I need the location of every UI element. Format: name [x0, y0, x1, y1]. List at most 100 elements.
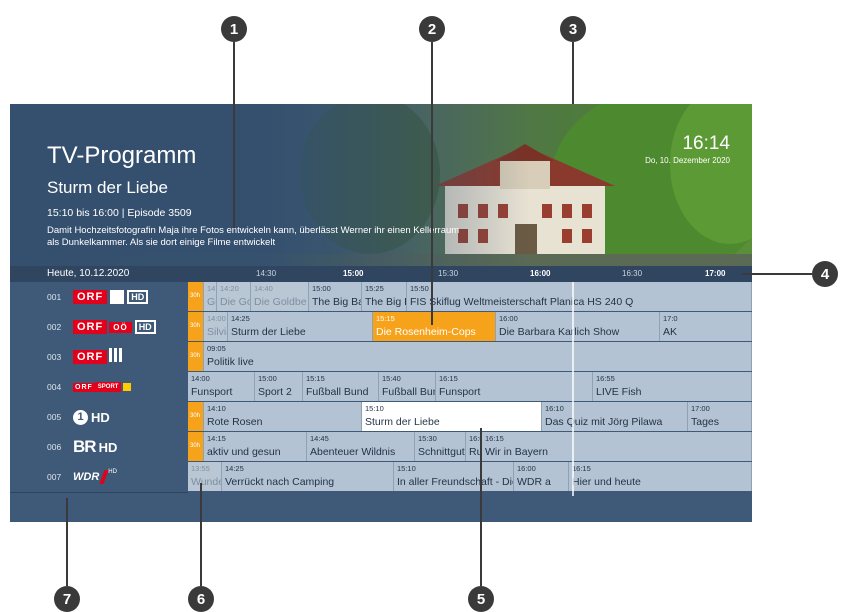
orf-sport-logo: ORF SPORT — [73, 379, 132, 395]
program-time: 16:15 — [439, 374, 458, 383]
program-cell[interactable]: 14:45 Abenteuer Wildnis — [307, 432, 415, 461]
program-cell[interactable]: 17:00 Tages — [688, 402, 752, 431]
program-cell[interactable]: 16:15 Hier und heute — [569, 462, 752, 491]
program-time: 15:40 — [382, 374, 401, 383]
program-time: 15:15 — [306, 374, 325, 383]
program-cell[interactable]: 14:40 Die Goldbe — [251, 282, 309, 311]
program-cell[interactable]: 14:1 Gra — [204, 282, 217, 311]
program-cell[interactable]: 14:00 Funsport — [188, 372, 255, 401]
program-time: 15:50 — [410, 284, 429, 293]
program-time: 15:00 — [258, 374, 277, 383]
channel-number: 001 — [47, 292, 62, 302]
channel-001[interactable]: 001 ORF HD — [10, 282, 188, 313]
program-cell[interactable]: 15:15 Die Rosenheim-Cops — [373, 312, 496, 341]
program-cell[interactable]: 16:15 Wir in Bayern — [482, 432, 752, 461]
program-cell[interactable]: 16:10 Das Quiz mit Jörg Pilawa — [542, 402, 688, 431]
selected-show-title: Sturm der Liebe — [47, 178, 168, 197]
program-time: 14:10 — [207, 404, 226, 413]
wdr-logo: WDR HD — [73, 469, 117, 484]
program-cell[interactable]: 14:15 aktiv und gesun — [204, 432, 307, 461]
program-cell[interactable]: 14:00 Silvia — [204, 312, 228, 341]
program-cell[interactable]: 15:10 In aller Freundschaft - Die ju — [394, 462, 514, 491]
program-cell[interactable]: 15:00 The Big Bang — [309, 282, 362, 311]
program-title: AK — [663, 326, 678, 338]
program-cell[interactable]: 16:55 LIVE Fish — [593, 372, 752, 401]
tv-screen: TV-Programm Sturm der Liebe 15:10 bis 16… — [10, 104, 752, 522]
program-cell[interactable]: 14:25 Sturm der Liebe — [228, 312, 373, 341]
program-time: 14:00 — [207, 314, 226, 323]
program-title: Abenteuer Wildnis — [310, 446, 396, 458]
program-time: 16:00 — [517, 464, 536, 473]
callout-3: 3 — [560, 16, 586, 42]
program-cell[interactable]: 15:50 FIS Skiflug Weltmeisterschaft Plani… — [407, 282, 752, 311]
program-cell[interactable]: 14:20 Die Goldbe — [217, 282, 251, 311]
program-row: 30h 14:00 Silvia 14:25 Sturm der Liebe 15:15 D… — [188, 312, 752, 342]
program-time: 14:00 — [191, 374, 210, 383]
bottom-strip — [10, 496, 752, 522]
program-time: 14:45 — [310, 434, 329, 443]
program-time: 16:00 — [499, 314, 518, 323]
channel-006[interactable]: 006 BR HD — [10, 432, 188, 463]
replay-tag-label: 30h — [190, 323, 201, 329]
program-cell[interactable]: 15:40 Fußball Bundesliga — [379, 372, 436, 401]
replay-30h-tag: 30h — [188, 342, 204, 371]
program-cell[interactable]: 13:55 Wunde — [188, 462, 222, 491]
program-cell[interactable]: 16:15 Funsport — [436, 372, 593, 401]
program-title: The Big Bang — [312, 296, 361, 308]
program-cell[interactable]: 15:15 Fußball Bund — [303, 372, 379, 401]
channel-007[interactable]: 007 WDR HD — [10, 462, 188, 493]
callout-5-line — [480, 428, 482, 586]
program-cell[interactable]: 15:00 Sport 2 — [255, 372, 303, 401]
channel-005[interactable]: 005 1 HD — [10, 402, 188, 433]
program-title: Fußball Bundesliga — [382, 386, 435, 398]
program-time: 09:05 — [207, 344, 226, 353]
channel-003[interactable]: 003 ORF — [10, 342, 188, 373]
program-title: LIVE Fish — [596, 386, 642, 398]
replay-tag-label: 30h — [190, 443, 201, 449]
program-row: 30h 09:05 Politik live — [188, 342, 752, 372]
program-time: 15:30 — [418, 434, 437, 443]
program-cell[interactable]: 14:25 Verrückt nach Camping — [222, 462, 394, 491]
time-label: 16:00 — [530, 269, 551, 278]
time-label: 16:30 — [622, 269, 643, 278]
program-title: Fußball Bund — [306, 386, 369, 398]
program-title: Funsport — [191, 386, 233, 398]
current-date: Do, 10. Dezember 2020 — [645, 156, 730, 165]
program-title: Tages — [691, 416, 720, 428]
time-label: 17:00 — [705, 269, 726, 278]
callout-1-line — [233, 42, 235, 228]
selected-show-time: 15:10 bis 16:00 | Episode 3509 — [47, 207, 192, 219]
selected-show-description: Damit Hochzeitsfotografin Maja ihre Foto… — [47, 225, 460, 248]
program-grid: 30h 14:1 Gra 14:20 Die Goldbe 14:40 Die Goldbe… — [188, 282, 752, 496]
program-title: Die Rosenheim-Cops — [376, 326, 476, 338]
program-cell[interactable]: 14:10 Rote Rosen — [204, 402, 362, 431]
page-title: TV-Programm — [47, 142, 197, 169]
program-title: Gra — [207, 296, 216, 308]
channel-number: 006 — [47, 442, 62, 452]
program-row: 13:55 Wunde 14:25 Verrückt nach Camping 15:1… — [188, 462, 752, 492]
program-time: 14:15 — [207, 434, 226, 443]
callout-6: 6 — [188, 586, 214, 612]
program-cell[interactable]: 16:00 Die Barbara Karlich Show — [496, 312, 660, 341]
program-time: 16:15 — [485, 434, 504, 443]
program-cell[interactable]: 16:00 WDR a — [514, 462, 569, 491]
time-bar: Heute, 10.12.2020 14:30 15:00 15:30 16:0… — [10, 266, 752, 282]
channel-004[interactable]: 004 ORF SPORT — [10, 372, 188, 403]
program-cell[interactable]: 17:0 AK — [660, 312, 752, 341]
replay-tag-label: 30h — [190, 293, 201, 299]
channel-002[interactable]: 002 ORF OÖ HD — [10, 312, 188, 343]
program-cell[interactable]: 09:05 Politik live — [204, 342, 752, 371]
program-time: 13:55 — [191, 464, 210, 473]
program-time: 16:15 — [572, 464, 591, 473]
program-info-header: TV-Programm Sturm der Liebe 15:10 bis 16… — [10, 104, 752, 266]
program-time: 17:00 — [691, 404, 710, 413]
program-title: Silvia — [207, 326, 227, 338]
orf1-logo: ORF HD — [73, 289, 149, 305]
program-title: Das Quiz mit Jörg Pilawa — [545, 416, 663, 428]
program-cell[interactable]: 15:25 The Big Ba — [362, 282, 407, 311]
program-title: Wunde — [191, 476, 222, 488]
program-cell[interactable]: 15:10 Sturm der Liebe — [362, 402, 542, 431]
program-row: 30h 14:15 aktiv und gesun 14:45 Abenteuer Wi… — [188, 432, 752, 462]
program-cell[interactable]: 15:30 Schnittgut. Alle — [415, 432, 466, 461]
replay-tag-label: 30h — [190, 353, 201, 359]
